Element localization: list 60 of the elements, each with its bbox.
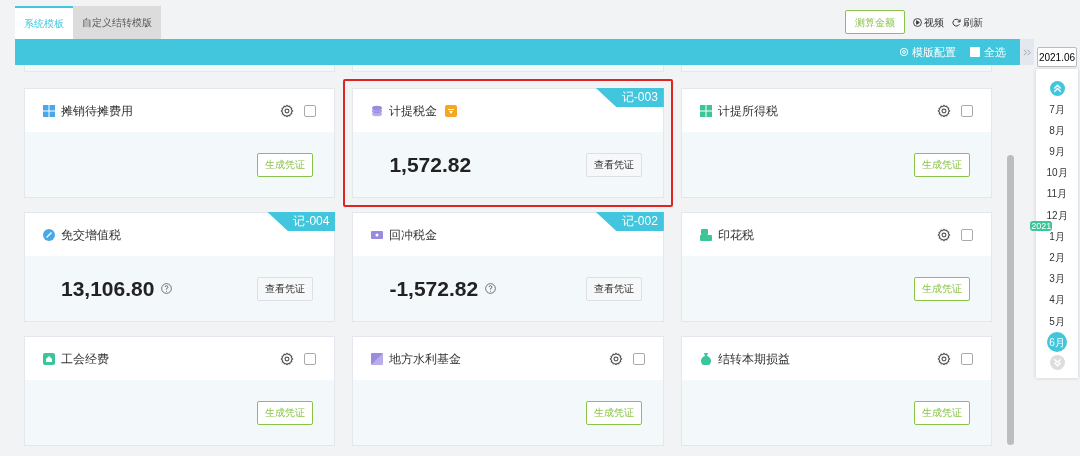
- play-icon: [913, 17, 922, 27]
- settings-icon[interactable]: [280, 351, 295, 366]
- view-voucher-button[interactable]: 查看凭证: [585, 152, 642, 177]
- card-title: 回冲税金: [389, 226, 438, 244]
- month-item[interactable]: 5月: [1049, 313, 1065, 329]
- percent-icon: [43, 228, 55, 241]
- stamp-icon: [699, 228, 712, 241]
- year-tag: 2021: [1030, 221, 1053, 232]
- bag-icon: [699, 352, 712, 365]
- month-item[interactable]: 10月: [1046, 165, 1068, 181]
- settings-icon[interactable]: [937, 103, 952, 118]
- month-item[interactable]: 7月: [1049, 101, 1065, 117]
- month-item[interactable]: 8月: [1049, 122, 1065, 138]
- month-item[interactable]: 3月: [1049, 271, 1065, 287]
- checkbox[interactable]: [961, 228, 974, 241]
- house-icon: [43, 352, 55, 365]
- collapse-arrow-icon[interactable]: [1022, 47, 1032, 57]
- checkbox[interactable]: [961, 104, 974, 117]
- scroll-up-icon[interactable]: [1049, 81, 1065, 96]
- amount: -1,572.82: [389, 275, 479, 302]
- card-title: 免交增值税: [61, 226, 121, 244]
- select-all-label: 全选: [984, 44, 1006, 60]
- card-title: 计提税金: [389, 102, 438, 120]
- scroll-down-icon[interactable]: [1049, 355, 1065, 371]
- help-icon[interactable]: [161, 283, 173, 294]
- month-item[interactable]: 11月: [1046, 186, 1068, 202]
- view-voucher-button[interactable]: 查看凭证: [257, 276, 314, 301]
- card-title: 摊销待摊费用: [61, 102, 133, 120]
- card-title: 地方水利基金: [389, 350, 462, 368]
- settings-icon[interactable]: [280, 103, 295, 118]
- card-title: 印花税: [717, 226, 754, 244]
- book-icon: [371, 352, 384, 365]
- period-field[interactable]: 2021.06: [1037, 47, 1077, 67]
- help-icon[interactable]: [485, 283, 497, 294]
- view-voucher-button[interactable]: 查看凭证: [585, 276, 642, 301]
- card-title: 结转本期损益: [717, 350, 790, 368]
- settings-icon[interactable]: [937, 351, 952, 366]
- month-item[interactable]: 12月: [1046, 207, 1068, 223]
- month-item[interactable]: 2月: [1049, 250, 1065, 265]
- select-all-checkbox[interactable]: [970, 47, 980, 57]
- grid-icon: [43, 104, 55, 117]
- card-title: 工会经费: [61, 350, 109, 368]
- card-title: 计提所得税: [717, 102, 778, 120]
- refresh-icon: [952, 17, 961, 27]
- amount: 1,572.82: [389, 151, 472, 178]
- checkbox[interactable]: [961, 352, 974, 365]
- month-item[interactable]: 9月: [1049, 144, 1065, 160]
- ticket-icon: [371, 228, 384, 241]
- settings-icon[interactable]: [937, 227, 952, 242]
- checkbox[interactable]: [304, 104, 317, 117]
- settings-icon: [899, 47, 909, 57]
- tab[interactable]: 自定义结转模版: [73, 6, 161, 39]
- refresh-link[interactable]: 刷新: [952, 14, 983, 30]
- amount: 13,106.80: [61, 275, 155, 302]
- settings-icon[interactable]: [608, 351, 623, 366]
- scrollbar[interactable]: [1006, 155, 1014, 445]
- month-item[interactable]: 4月: [1049, 292, 1065, 308]
- checkbox[interactable]: [632, 352, 645, 365]
- video-link[interactable]: 视频: [913, 14, 944, 30]
- checkbox[interactable]: [304, 352, 317, 365]
